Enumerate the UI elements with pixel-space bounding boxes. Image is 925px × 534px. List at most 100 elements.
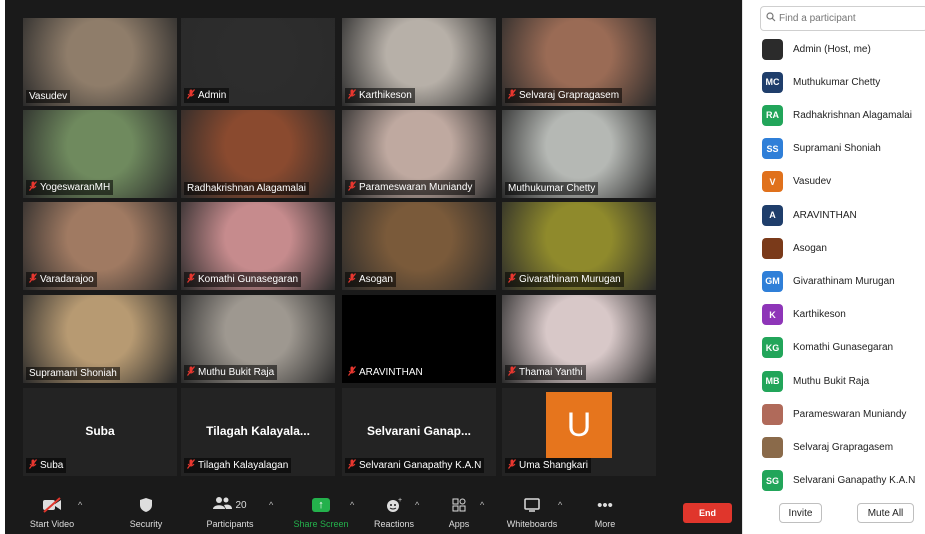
mute-all-button[interactable]: Mute All	[857, 503, 914, 523]
muted-mic-icon	[29, 181, 37, 194]
apps-options-caret[interactable]: ^	[480, 500, 484, 510]
muted-mic-icon	[348, 181, 356, 194]
tile-name-label: Admin	[184, 88, 230, 103]
tile-name-label: Komathi Gunasegaran	[184, 272, 302, 287]
muted-mic-icon	[29, 273, 37, 286]
participant-list-item[interactable]: KG Komathi Gunasegaran	[762, 337, 893, 359]
tile-participant-name: Selvaraj Grapragasem	[519, 90, 620, 101]
tile-participant-name: Muthu Bukit Raja	[198, 367, 275, 378]
reactions-button[interactable]: + Reactions	[369, 494, 419, 532]
tile-participant-name: Parameswaran Muniandy	[359, 182, 473, 193]
participant-name: Komathi Gunasegaran	[793, 342, 894, 354]
video-tile[interactable]: Muthu Bukit Raja	[181, 295, 335, 383]
tile-name-label: Tilagah Kalayalagan	[184, 458, 292, 473]
video-tile[interactable]: Karthikeson	[342, 18, 496, 106]
video-tile[interactable]: Muthukumar Chetty	[502, 110, 656, 198]
video-tile[interactable]: Admin	[181, 18, 335, 106]
participant-list-item[interactable]: A ARAVINTHAN	[762, 204, 857, 226]
participants-options-caret[interactable]: ^	[269, 500, 273, 510]
video-gallery: Vasudev Admin Karthikeson Selvaraj Grapraga…	[5, 0, 742, 534]
tile-name-label: Vasudev	[26, 90, 71, 103]
participants-button[interactable]: 20 Participants	[198, 494, 262, 532]
participant-name: Vasudev	[793, 176, 832, 188]
muted-mic-icon	[187, 459, 195, 472]
video-tile[interactable]: Radhakrishnan Alagamalai	[181, 110, 335, 198]
participant-avatar: A	[762, 204, 783, 226]
muted-mic-icon	[348, 273, 356, 286]
share-screen-icon: ↑	[312, 498, 330, 512]
participants-icon	[213, 496, 233, 514]
whiteboards-options-caret[interactable]: ^	[558, 500, 562, 510]
tile-participant-name: Asogan	[359, 274, 393, 285]
share-screen-button[interactable]: ↑ Share Screen	[289, 494, 353, 532]
participant-avatar	[762, 237, 783, 259]
participants-panel: Admin (Host, me) MC Muthukumar Chetty RA Rad…	[742, 0, 925, 534]
video-tile[interactable]: YogeswaranMH	[23, 110, 177, 198]
participant-name: Asogan	[793, 242, 827, 254]
participant-list-item[interactable]: MB Muthu Bukit Raja	[762, 370, 869, 392]
participant-list-item[interactable]: V Vasudev	[762, 171, 831, 193]
participant-list-item[interactable]: Admin (Host, me)	[762, 38, 871, 60]
participant-list-item[interactable]: Parameswaran Muniandy	[762, 403, 906, 425]
share-options-caret[interactable]: ^	[350, 500, 354, 510]
participant-list-item[interactable]: Asogan	[762, 237, 827, 259]
participant-list-item[interactable]: GM Givarathinam Murugan	[762, 270, 895, 292]
muted-mic-icon	[187, 366, 195, 379]
video-tile[interactable]: Supramani Shoniah	[23, 295, 177, 383]
tile-participant-name: Muthukumar Chetty	[508, 183, 596, 194]
tile-participant-name: Vasudev	[29, 91, 68, 102]
participant-display-name: Tilagah Kalayala...	[206, 424, 310, 438]
tile-participant-name: Tilagah Kalayalagan	[198, 460, 289, 471]
tile-participant-name: Uma Shangkari	[519, 460, 588, 471]
whiteboards-button[interactable]: Whiteboards	[499, 494, 565, 532]
muted-mic-icon	[508, 273, 516, 286]
participant-avatar: SG	[762, 470, 783, 492]
smiley-plus-icon: +	[385, 494, 403, 516]
participant-name: Radhakrishnan Alagamalai	[793, 109, 912, 121]
participant-list-item[interactable]: SS Supramani Shoniah	[762, 138, 881, 160]
video-tile[interactable]: Varadarajoo	[23, 202, 177, 290]
video-tile[interactable]: Komathi Gunasegaran	[181, 202, 335, 290]
shield-icon	[139, 494, 153, 516]
end-meeting-button[interactable]: End	[683, 503, 732, 523]
tile-name-label: YogeswaranMH	[26, 180, 114, 195]
video-tile[interactable]: ARAVINTHAN	[342, 295, 496, 383]
tile-participant-name: Radhakrishnan Alagamalai	[187, 183, 306, 194]
video-tile[interactable]: Suba Suba	[23, 388, 177, 476]
reactions-options-caret[interactable]: ^	[415, 500, 419, 510]
video-tile[interactable]: Selvaraj Grapragasem	[502, 18, 656, 106]
tile-participant-name: Suba	[40, 460, 64, 471]
tile-participant-name: Thamai Yanthi	[519, 367, 583, 378]
security-button[interactable]: Security	[121, 494, 171, 532]
apps-icon	[452, 494, 466, 516]
video-options-caret[interactable]: ^	[78, 500, 82, 510]
video-tile[interactable]: Vasudev	[23, 18, 177, 106]
tile-participant-name: Givarathinam Murugan	[519, 274, 621, 285]
participant-list-item[interactable]: MC Muthukumar Chetty	[762, 71, 880, 93]
participant-search-input[interactable]	[779, 13, 919, 24]
apps-button[interactable]: Apps	[439, 494, 479, 532]
participant-name: Parameswaran Muniandy	[793, 408, 907, 420]
video-tile[interactable]: Givarathinam Murugan	[502, 202, 656, 290]
participant-list-item[interactable]: RA Radhakrishnan Alagamalai	[762, 104, 912, 126]
start-video-button[interactable]: Start Video	[23, 494, 81, 532]
tile-name-label: Radhakrishnan Alagamalai	[184, 182, 309, 195]
video-tile[interactable]: U Uma Shangkari	[502, 388, 656, 476]
video-tile[interactable]: Asogan	[342, 202, 496, 290]
muted-mic-icon	[348, 89, 356, 102]
muted-mic-icon	[508, 89, 516, 102]
participant-avatar: KG	[762, 337, 783, 359]
video-tile[interactable]: Thamai Yanthi	[502, 295, 656, 383]
video-tile[interactable]: Selvarani Ganap... Selvarani Ganapathy K.…	[342, 388, 496, 476]
video-tile[interactable]: Tilagah Kalayala... Tilagah Kalayalagan	[181, 388, 335, 476]
participant-list-item[interactable]: Selvaraj Grapragasem	[762, 436, 893, 458]
tile-name-label: Selvarani Ganapathy K.A.N	[345, 458, 485, 473]
participant-avatar: MC	[762, 71, 783, 93]
tile-participant-name: ARAVINTHAN	[359, 367, 423, 378]
participant-list-item[interactable]: K Karthikeson	[762, 304, 846, 326]
participant-search[interactable]	[760, 6, 925, 31]
participant-list-item[interactable]: SG Selvarani Ganapathy K.A.N	[762, 470, 915, 492]
more-button[interactable]: ••• More	[585, 494, 625, 532]
video-tile[interactable]: Parameswaran Muniandy	[342, 110, 496, 198]
invite-button[interactable]: Invite	[779, 503, 822, 523]
